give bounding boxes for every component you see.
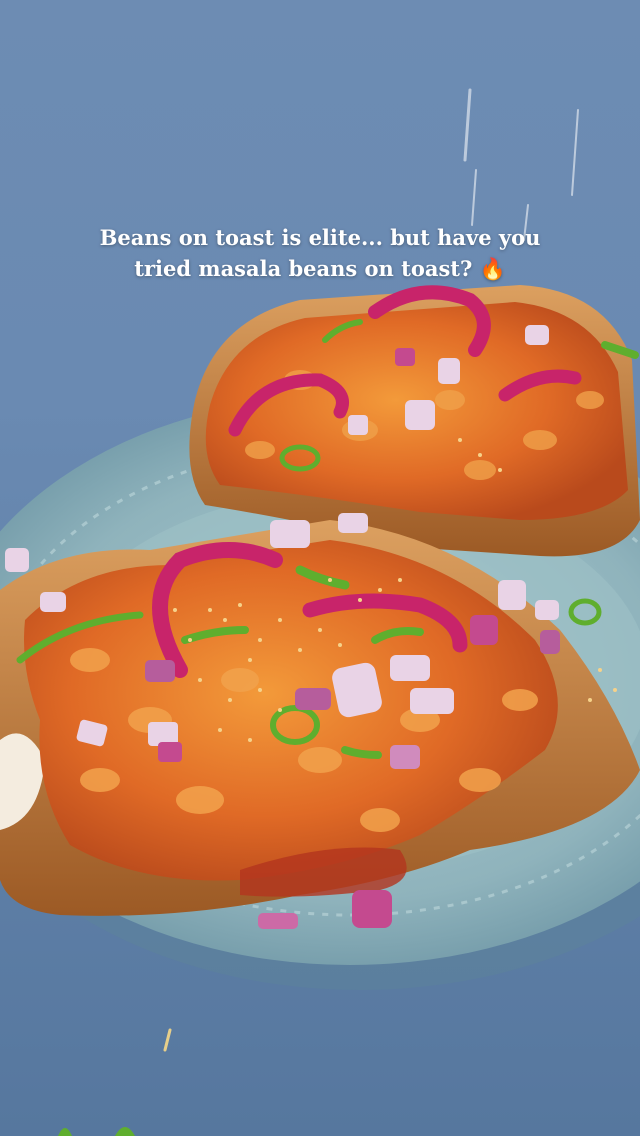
caption-overlay: Beans on toast is elite... but have you …: [0, 222, 640, 285]
fire-icon: 🔥: [479, 257, 506, 281]
photo-scene: Beans on toast is elite... but have you …: [0, 0, 640, 1136]
falling-cheese: [463, 88, 579, 241]
crumbs: [58, 1028, 172, 1136]
caption-line-1: Beans on toast is elite... but have you: [99, 225, 541, 250]
caption-line-2-text: tried masala beans on toast?: [134, 256, 473, 281]
food-photo: [0, 88, 640, 1136]
caption-line-2: tried masala beans on toast? 🔥: [0, 253, 640, 285]
